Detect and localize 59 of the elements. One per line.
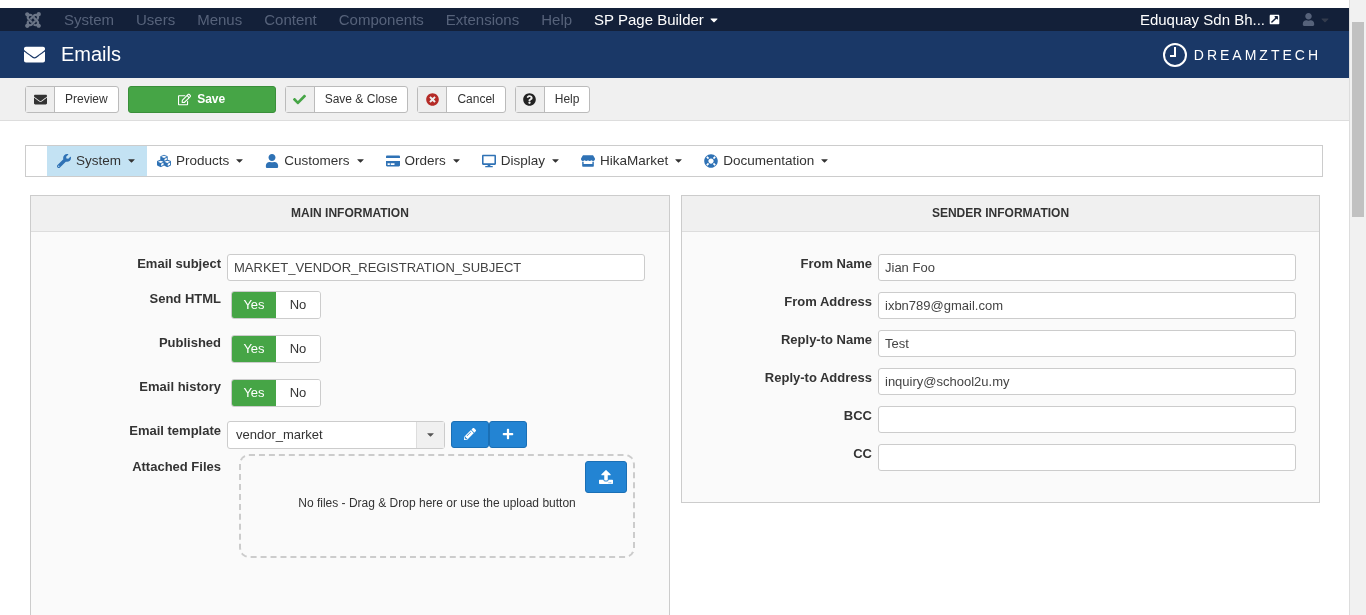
upload-button[interactable] <box>585 461 627 493</box>
logo-text: DREAMZTECH <box>1193 46 1321 63</box>
plus-icon <box>502 428 514 441</box>
menu-item[interactable]: Products <box>147 146 256 176</box>
text-field[interactable] <box>878 444 1296 471</box>
field-label: Email template <box>128 422 221 438</box>
field-label: Published <box>157 334 221 350</box>
toolbar-button[interactable]: Cancel <box>417 85 506 113</box>
add-button[interactable] <box>489 421 527 448</box>
menu-item[interactable]: Documentation <box>694 146 841 176</box>
user-menu[interactable] <box>1302 13 1331 27</box>
menu-item[interactable]: System <box>47 146 147 176</box>
yes-no-toggle[interactable]: Yes No <box>231 379 321 407</box>
site-link[interactable]: Eduquay Sdn Bh... <box>1139 11 1280 29</box>
field-label: Attached Files <box>131 458 221 474</box>
toggle-option[interactable]: No <box>276 292 320 318</box>
field-label: Send HTML <box>148 290 221 306</box>
text-field[interactable]: Jian Foo <box>878 254 1296 281</box>
field-label: Reply-to Address <box>763 369 872 385</box>
field-label: Email history <box>138 378 221 394</box>
top-menu-item[interactable]: SP Page Builder <box>594 11 720 29</box>
panel-title: SENDER INFORMATION <box>682 196 1319 232</box>
envelope-icon <box>33 92 47 106</box>
field-label: BCC <box>842 407 872 423</box>
field-label: From Name <box>799 255 872 271</box>
yes-no-toggle[interactable]: Yes No <box>231 335 321 363</box>
text-field[interactable]: MARKET_VENDOR_REGISTRATION_SUBJECT <box>227 254 645 281</box>
question-icon <box>523 92 537 106</box>
panel-title: MAIN INFORMATION <box>31 196 669 232</box>
edit-icon <box>178 92 192 106</box>
text-field[interactable] <box>878 406 1296 433</box>
user-icon <box>1302 13 1315 27</box>
toolbar-button[interactable]: Preview <box>25 85 119 113</box>
upload-icon <box>599 470 613 484</box>
scrollbar[interactable] <box>1349 0 1366 615</box>
yes-no-toggle[interactable]: Yes No <box>231 291 321 319</box>
menu-item[interactable]: Orders <box>375 146 472 176</box>
edit-button[interactable] <box>451 421 489 448</box>
menu-item[interactable]: Customers <box>255 146 376 176</box>
field-label: CC <box>852 445 872 461</box>
field-label: Reply-to Name <box>779 331 872 347</box>
external-link-icon <box>1269 14 1280 26</box>
toggle-option[interactable]: No <box>276 336 320 362</box>
text-field[interactable]: ixbn789@gmail.com <box>878 292 1296 319</box>
field-label: From Address <box>783 293 872 309</box>
check-icon <box>293 92 307 106</box>
drop-zone-text: No files - Drag & Drop here or use the upload button <box>298 496 576 510</box>
toolbar-button[interactable]: Save & Close <box>284 85 409 113</box>
pencil-icon <box>464 428 476 441</box>
text-field[interactable]: Test <box>878 330 1296 357</box>
menu-item[interactable]: Display <box>471 146 572 176</box>
text-field[interactable]: inquiry@school2u.my <box>878 368 1296 395</box>
toggle-option[interactable]: No <box>276 380 320 406</box>
menu-item[interactable]: HikaMarket <box>571 146 695 176</box>
template-select[interactable]: vendor_market <box>227 421 445 449</box>
field-label: Email subject <box>136 255 221 271</box>
file-drop-zone[interactable]: No files - Drag & Drop here or use the upload button <box>239 454 635 558</box>
page-title: Emails <box>61 43 121 67</box>
toolbar-button[interactable]: Help <box>514 85 591 113</box>
